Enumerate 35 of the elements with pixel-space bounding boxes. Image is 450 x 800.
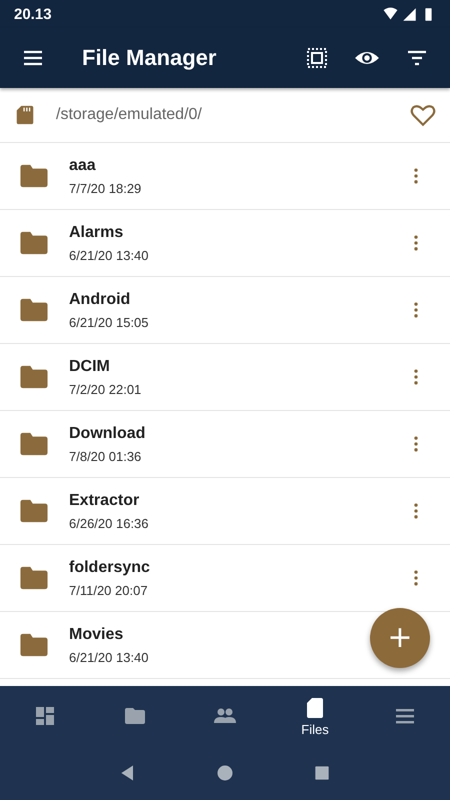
- folder-row[interactable]: Download 7/8/20 01:36: [0, 411, 450, 478]
- wifi-icon: [383, 6, 398, 22]
- select-all-icon[interactable]: [305, 46, 329, 70]
- folder-name: DCIM: [69, 358, 110, 376]
- nav-tab[interactable]: Files: [270, 686, 360, 746]
- app-title: File Manager: [82, 45, 218, 71]
- folder-name: Extractor: [69, 492, 140, 510]
- home-icon[interactable]: [214, 763, 235, 783]
- folder-name: foldersync: [69, 558, 150, 576]
- folder-name: Alarms: [69, 224, 124, 242]
- folder-row[interactable]: Extractor 6/26/20 16:36: [0, 478, 450, 545]
- favorite-button[interactable]: [410, 102, 436, 128]
- folder-date: 7/8/20 01:36: [69, 448, 142, 464]
- folder-row[interactable]: DCIM 7/2/20 22:01: [0, 344, 450, 411]
- sd-card-icon: [14, 103, 36, 127]
- folder-row[interactable]: Alarms 6/21/20 13:40: [0, 210, 450, 277]
- folder-date: 7/7/20 18:29: [69, 180, 142, 196]
- path-text: /storage/emulated/0/: [56, 106, 203, 124]
- folder-date: 6/26/20 16:36: [69, 516, 149, 530]
- folder-date: 7/2/20 22:01: [69, 382, 142, 396]
- folder-row[interactable]: foldersync 7/11/20 20:07: [0, 545, 450, 612]
- folder-name: Movies: [69, 626, 124, 644]
- folder-date: 6/21/20 13:40: [69, 248, 149, 262]
- folder-name: Download: [69, 424, 146, 442]
- folder-name: aaa: [69, 156, 96, 174]
- folder-date: 6/21/20 15:05: [69, 314, 149, 330]
- folder-name: Android: [69, 290, 130, 308]
- folder-row[interactable]: Android 6/21/20 15:05: [0, 277, 450, 344]
- folder-date: 6/21/20 13:40: [69, 650, 149, 664]
- signal-icon: [402, 6, 417, 22]
- folder-date: 7/11/20 20:07: [69, 582, 148, 598]
- folder-row[interactable]: aaa 7/7/20 18:29: [0, 143, 450, 210]
- add-button[interactable]: +: [370, 608, 430, 668]
- dashboard-icon: [33, 704, 57, 728]
- status-time: 20.13: [14, 6, 52, 22]
